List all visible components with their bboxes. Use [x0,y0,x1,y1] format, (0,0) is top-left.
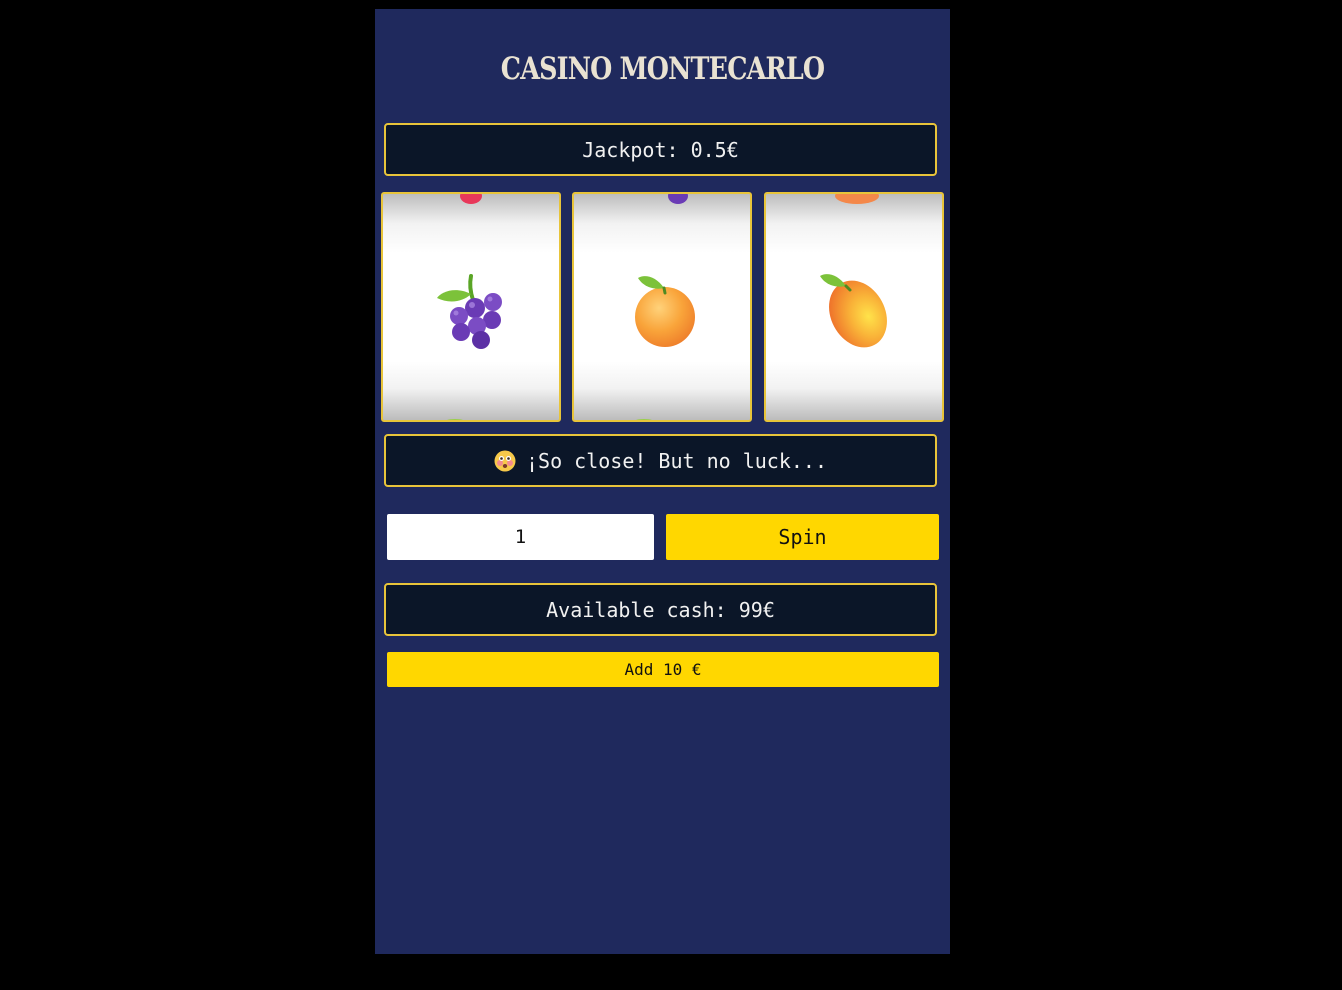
reel-2 [572,192,752,422]
jackpot-display: Jackpot: 0.5€ [384,123,937,176]
cash-display: Available cash: 99€ [384,583,937,636]
result-message: ¡So close! But no luck... [384,434,937,487]
peach-peek-icon [835,194,879,204]
mango-icon [820,274,887,348]
orange-icon [635,276,695,347]
bet-amount-input[interactable] [387,514,654,560]
cherry-peek-icon [460,194,482,204]
jackpot-text: Jackpot: 0.5€ [582,137,739,162]
add-cash-button[interactable]: Add 10 € [387,652,939,687]
page-title: CASINO MONTECARLO [500,51,825,87]
grapes-icon [437,274,502,349]
leaf-peek-icon [636,419,652,420]
flushed-face-icon [494,450,516,471]
leaf-peek-icon [848,420,860,422]
reel-2-symbols [635,194,695,420]
result-message-text: ¡So close! But no luck... [525,448,828,473]
reel-3-symbols [820,194,887,422]
reel-3 [764,192,944,422]
slot-machine-app: CASINO MONTECARLO Jackpot: 0.5€ ¡So clos… [375,9,950,954]
plum-peek-icon [668,194,688,204]
cash-text: Available cash: 99€ [546,597,775,622]
leaf-peek-icon [447,419,463,420]
spin-button[interactable]: Spin [666,514,939,560]
reel-1-symbols [437,194,502,420]
reel-1 [381,192,561,422]
